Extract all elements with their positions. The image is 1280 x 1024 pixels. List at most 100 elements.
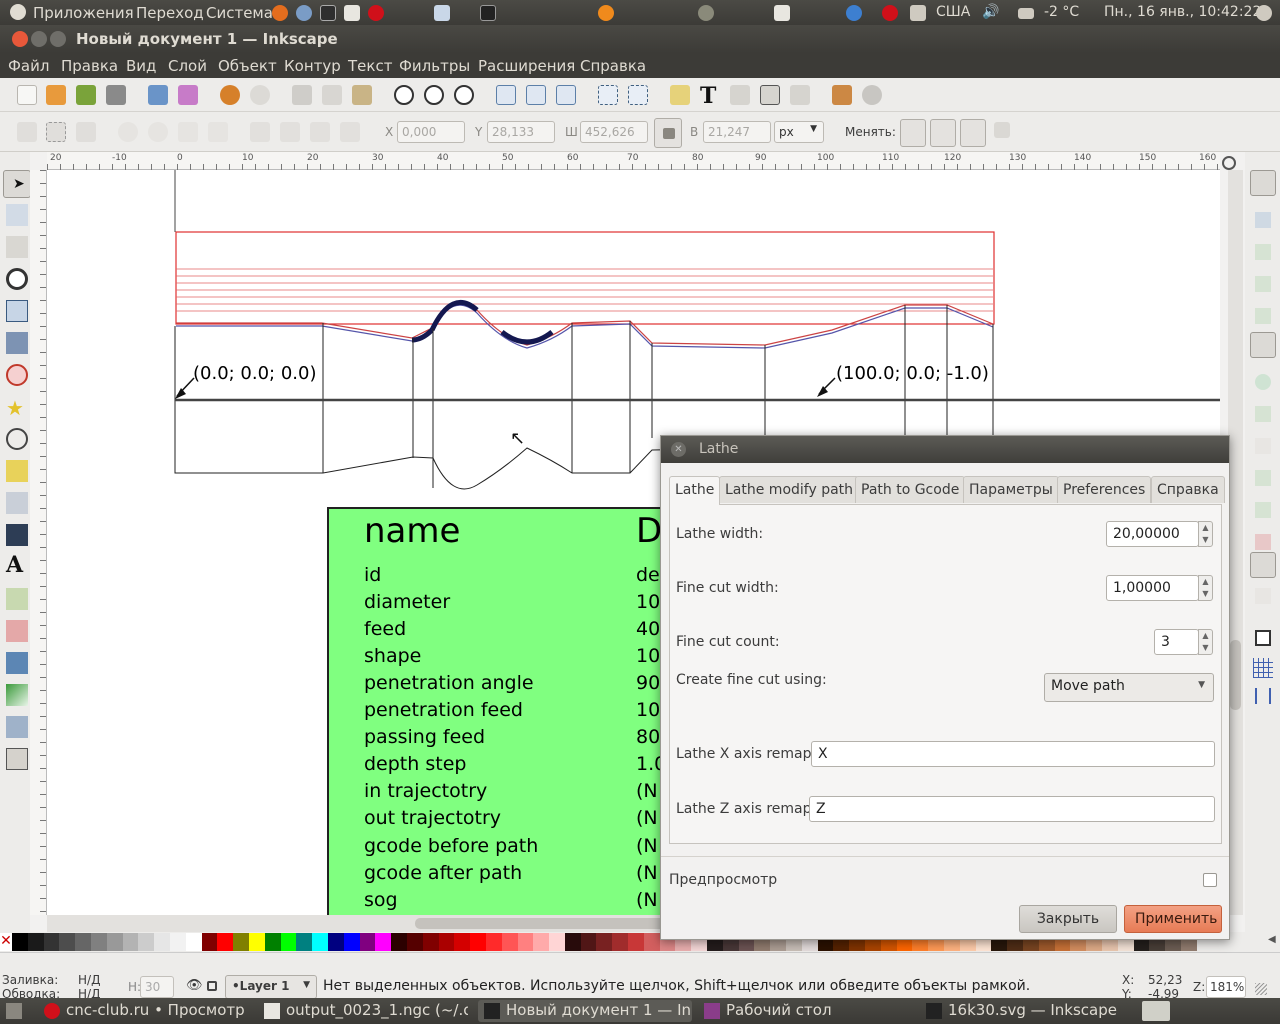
group-icon[interactable] <box>598 85 618 105</box>
menu-text[interactable]: Текст <box>348 57 392 75</box>
undo-icon[interactable] <box>220 85 240 105</box>
snap-smooth-nodes-icon[interactable] <box>1255 470 1271 486</box>
preview-checkbox[interactable] <box>1203 873 1217 887</box>
task-inkscape-active[interactable]: Новый документ 1 — In... <box>478 1000 692 1022</box>
fine-cut-width-stepper[interactable]: ▲ ▼ <box>1198 575 1213 601</box>
snap-object-midpoints-icon[interactable] <box>1255 534 1271 550</box>
close-window-icon[interactable] <box>12 31 28 47</box>
mail-icon[interactable] <box>1018 8 1034 19</box>
palette-swatch[interactable] <box>169 933 186 951</box>
dropper-tool[interactable] <box>6 716 28 738</box>
palette-swatch[interactable] <box>391 933 407 951</box>
palette-swatch[interactable] <box>501 933 518 951</box>
snap-nodes-icon[interactable] <box>1255 374 1271 390</box>
fill-stroke-icon[interactable] <box>670 85 690 105</box>
task-opera[interactable]: cnc-club.ru • Просмотр т... <box>38 1000 248 1022</box>
palette-swatch[interactable] <box>533 933 550 951</box>
show-desktop-icon[interactable] <box>6 1003 22 1019</box>
x-axis-remap-input[interactable]: X <box>811 741 1215 767</box>
connector-tool[interactable] <box>6 748 28 770</box>
notes-icon[interactable] <box>434 5 450 21</box>
keyboard-layout[interactable]: США <box>936 4 970 20</box>
palette-swatch[interactable] <box>248 933 265 951</box>
unlink-clone-icon[interactable] <box>556 85 576 105</box>
palette-swatch[interactable] <box>375 933 392 951</box>
task-inkscape-2[interactable]: 16k30.svg — Inkscape <box>920 1000 1130 1022</box>
palette-swatch[interactable] <box>296 933 313 951</box>
align-distribute-icon[interactable] <box>790 85 810 105</box>
text-font-icon[interactable]: T <box>700 83 720 109</box>
palette-swatch[interactable] <box>138 933 155 951</box>
palette-swatch[interactable] <box>517 933 534 951</box>
node-tool[interactable] <box>6 204 28 226</box>
palette-swatch[interactable] <box>643 933 660 951</box>
save-icon[interactable] <box>76 85 96 105</box>
power-icon[interactable] <box>1256 5 1272 21</box>
keyboard-icon[interactable] <box>910 5 926 21</box>
zoom-drawing-icon[interactable] <box>424 85 444 105</box>
snap-path-icon[interactable] <box>1255 406 1271 422</box>
tab-path-to-gcode[interactable]: Path to Gcode <box>855 476 966 503</box>
tab-preferences[interactable]: Preferences <box>1057 476 1152 503</box>
transform-gradients-toggle[interactable] <box>960 119 986 147</box>
palette-swatch[interactable] <box>549 933 565 951</box>
tab-parameters[interactable]: Параметры <box>963 476 1059 503</box>
palette-swatch[interactable] <box>106 933 123 951</box>
export-icon[interactable] <box>178 85 198 105</box>
height-input[interactable]: 21,247 <box>703 121 771 143</box>
cut-icon[interactable] <box>322 85 342 105</box>
maximize-window-icon[interactable] <box>50 31 66 47</box>
flip-vertical-icon[interactable] <box>208 122 228 142</box>
snap-toggle-icon[interactable] <box>1250 170 1276 196</box>
fine-cut-width-input[interactable]: 1,00000 <box>1106 575 1199 601</box>
zoom-corner-icon[interactable] <box>1222 156 1236 170</box>
import-icon[interactable] <box>148 85 168 105</box>
paste-icon[interactable] <box>352 85 372 105</box>
snap-bbox-center-icon[interactable] <box>1250 332 1276 358</box>
palette-swatch[interactable] <box>438 933 455 951</box>
blender-icon[interactable] <box>598 5 614 21</box>
palette-swatch[interactable] <box>406 933 423 951</box>
palette-swatch[interactable] <box>122 933 139 951</box>
pen-tool[interactable] <box>6 492 28 514</box>
lower-bottom-icon[interactable] <box>250 122 270 142</box>
palette-swatch[interactable] <box>27 933 44 951</box>
create-fine-cut-select[interactable]: Move path ▼ <box>1044 673 1214 702</box>
snap-bbox-edge-icon[interactable] <box>1255 244 1271 260</box>
zoom-tool[interactable] <box>6 268 28 290</box>
lathe-width-input[interactable]: 20,00000 <box>1106 521 1199 547</box>
palette-swatch[interactable] <box>233 933 249 951</box>
panel-menu-applications[interactable]: Приложения <box>33 4 134 22</box>
3d-box-tool[interactable] <box>6 332 28 354</box>
menu-filters[interactable]: Фильтры <box>399 57 470 75</box>
x-input[interactable]: 0,000 <box>397 121 465 143</box>
layer-select[interactable]: •Layer 1 ▼ <box>225 975 317 999</box>
vertical-scroll-thumb[interactable] <box>1230 640 1241 710</box>
transform-patterns-toggle[interactable] <box>994 122 1010 138</box>
snap-bbox-corner-icon[interactable] <box>1255 276 1271 292</box>
z-axis-remap-input[interactable]: Z <box>809 796 1215 822</box>
select-all-icon[interactable] <box>17 122 37 142</box>
menu-edit[interactable]: Правка <box>61 57 118 75</box>
network-icon[interactable] <box>846 5 862 21</box>
duplicate-icon[interactable] <box>496 85 516 105</box>
rectangle-tool[interactable] <box>6 300 28 322</box>
no-paint-swatch[interactable]: ✕ <box>0 933 12 951</box>
paint-bucket-tool[interactable] <box>6 652 28 674</box>
menu-extensions[interactable]: Расширения <box>478 57 575 75</box>
close-button[interactable]: Закрыть <box>1019 905 1117 933</box>
snap-page-icon[interactable] <box>1255 630 1271 646</box>
pencil-tool[interactable] <box>6 460 28 482</box>
raise-top-icon[interactable] <box>340 122 360 142</box>
snap-center-icon[interactable] <box>1250 552 1276 578</box>
palette-swatch[interactable] <box>90 933 107 951</box>
palette-swatch[interactable] <box>327 933 344 951</box>
panel-menu-system[interactable]: Система <box>206 4 273 22</box>
tab-help[interactable]: Справка <box>1151 476 1225 503</box>
opacity-input[interactable]: 30 <box>140 976 174 998</box>
width-input[interactable]: 452,626 <box>580 121 648 143</box>
lock-ratio-button[interactable] <box>654 118 682 148</box>
spiral-tool[interactable] <box>6 428 28 450</box>
palette-swatch[interactable] <box>580 933 597 951</box>
palette-swatch[interactable] <box>596 933 613 951</box>
